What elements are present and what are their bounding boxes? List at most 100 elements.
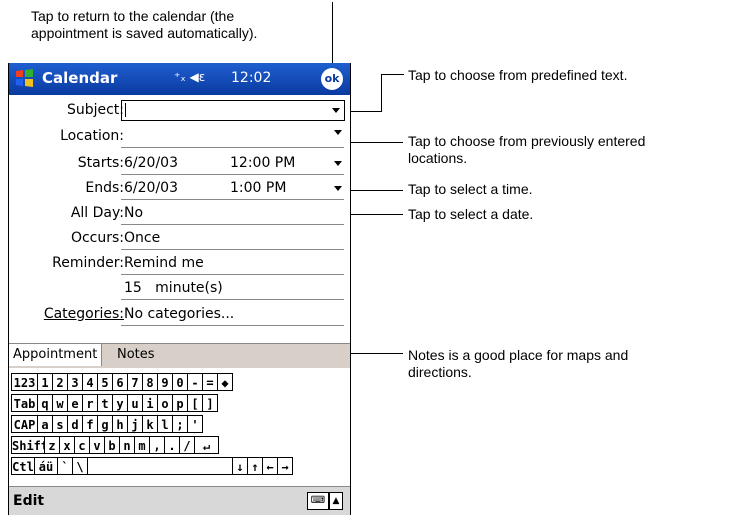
tab-appointment[interactable]: Appointment	[9, 344, 103, 366]
key[interactable]: ]	[202, 394, 218, 412]
key-space[interactable]	[87, 457, 233, 475]
subject-row: Subject:	[9, 99, 350, 122]
key[interactable]: /	[179, 436, 195, 454]
edit-menu[interactable]: Edit	[13, 493, 44, 509]
key[interactable]: áü	[34, 457, 58, 475]
key[interactable]: s	[52, 415, 68, 433]
key[interactable]: =	[202, 373, 218, 391]
reminder-minutes-row: 15 minute(s)	[9, 277, 350, 300]
key[interactable]: b	[104, 436, 120, 454]
key[interactable]: ↵	[194, 436, 219, 454]
key[interactable]: ;	[172, 415, 188, 433]
key[interactable]: h	[112, 415, 128, 433]
key[interactable]: y	[112, 394, 128, 412]
reminder-minutes[interactable]: 15 minute(s)	[124, 280, 223, 296]
key[interactable]: ↑	[247, 457, 263, 475]
key[interactable]: o	[157, 394, 173, 412]
categories-underline	[121, 325, 344, 326]
ends-date[interactable]: 6/20/03	[124, 180, 178, 196]
key[interactable]: 123	[11, 373, 38, 391]
key[interactable]: 5	[97, 373, 113, 391]
key[interactable]: →	[277, 457, 293, 475]
reminder-value[interactable]: Remind me	[124, 255, 204, 271]
starts-dropdown-arrow-icon[interactable]	[334, 161, 342, 166]
keyboard-icon[interactable]: ⌨	[307, 492, 329, 510]
windows-logo-icon[interactable]	[14, 67, 36, 89]
reminder-underline	[121, 274, 344, 275]
key[interactable]: Tab	[11, 394, 38, 412]
key[interactable]: l	[157, 415, 173, 433]
location-dropdown-arrow-icon[interactable]	[334, 130, 342, 135]
ends-dropdown-arrow-icon[interactable]	[334, 186, 342, 191]
key[interactable]: a	[37, 415, 53, 433]
connectivity-volume-icon[interactable]: ⁺ₓ ◀ε	[174, 70, 205, 84]
key[interactable]: x	[59, 436, 75, 454]
key[interactable]: n	[119, 436, 135, 454]
ok-button[interactable]: ok	[321, 68, 343, 90]
key[interactable]: p	[172, 394, 188, 412]
tab-bar: Appointment Notes	[9, 343, 350, 368]
key[interactable]: CAP	[11, 415, 38, 433]
key[interactable]: Shift	[11, 436, 48, 454]
key[interactable]: m	[134, 436, 150, 454]
key[interactable]: [	[187, 394, 203, 412]
key[interactable]: w	[52, 394, 68, 412]
allday-underline	[121, 224, 344, 225]
callout-line-time	[345, 190, 403, 191]
annotation-top: Tap to return to the calendar (the appoi…	[31, 8, 258, 41]
key[interactable]: f	[82, 415, 98, 433]
key[interactable]: t	[97, 394, 113, 412]
starts-time[interactable]: 12:00 PM	[230, 155, 295, 171]
key[interactable]: u	[127, 394, 143, 412]
key[interactable]: 0	[172, 373, 188, 391]
key[interactable]: 9	[157, 373, 173, 391]
key[interactable]: v	[89, 436, 105, 454]
key[interactable]: 4	[82, 373, 98, 391]
starts-date[interactable]: 6/20/03	[124, 155, 178, 171]
key[interactable]: 8	[142, 373, 158, 391]
categories-row: Categories: No categories...	[9, 303, 350, 326]
categories-value[interactable]: No categories...	[124, 306, 234, 322]
key[interactable]: -	[187, 373, 203, 391]
input-selector-arrow-icon[interactable]: ▲	[329, 492, 343, 510]
key[interactable]: Ctl	[11, 457, 35, 475]
key[interactable]: r	[82, 394, 98, 412]
key[interactable]: ,	[149, 436, 165, 454]
starts-underline	[121, 174, 344, 175]
key[interactable]: 1	[37, 373, 53, 391]
key[interactable]: `	[57, 457, 73, 475]
key[interactable]: d	[67, 415, 83, 433]
annotation-predefined: Tap to choose from predefined text.	[408, 67, 628, 83]
key[interactable]: k	[142, 415, 158, 433]
key[interactable]: ←	[262, 457, 278, 475]
key[interactable]: i	[142, 394, 158, 412]
occurs-underline	[121, 249, 344, 250]
key[interactable]: ↓	[232, 457, 248, 475]
tab-notes[interactable]: Notes	[113, 344, 159, 366]
callout-line-predefined-v	[381, 74, 382, 111]
app-title: Calendar	[42, 69, 118, 87]
key[interactable]: j	[127, 415, 143, 433]
clock[interactable]: 12:02	[231, 70, 271, 86]
key[interactable]: 2	[52, 373, 68, 391]
key[interactable]: c	[74, 436, 90, 454]
subject-input[interactable]	[121, 100, 345, 121]
key[interactable]: 3	[67, 373, 83, 391]
subject-label: Subject:	[66, 102, 124, 118]
key[interactable]: \	[72, 457, 88, 475]
annotation-date: Tap to select a date.	[408, 206, 534, 222]
occurs-value[interactable]: Once	[124, 230, 160, 246]
ends-time[interactable]: 1:00 PM	[230, 180, 286, 196]
key[interactable]: .	[164, 436, 180, 454]
occurs-label: Occurs:	[70, 230, 124, 246]
key[interactable]: e	[67, 394, 83, 412]
key[interactable]: g	[97, 415, 113, 433]
key[interactable]: 6	[112, 373, 128, 391]
key[interactable]: z	[44, 436, 60, 454]
subject-dropdown-arrow-icon[interactable]	[332, 108, 340, 113]
key[interactable]: '	[187, 415, 203, 433]
key[interactable]: q	[37, 394, 53, 412]
allday-value[interactable]: No	[124, 205, 143, 221]
key[interactable]: ◆	[217, 373, 233, 391]
key[interactable]: 7	[127, 373, 143, 391]
